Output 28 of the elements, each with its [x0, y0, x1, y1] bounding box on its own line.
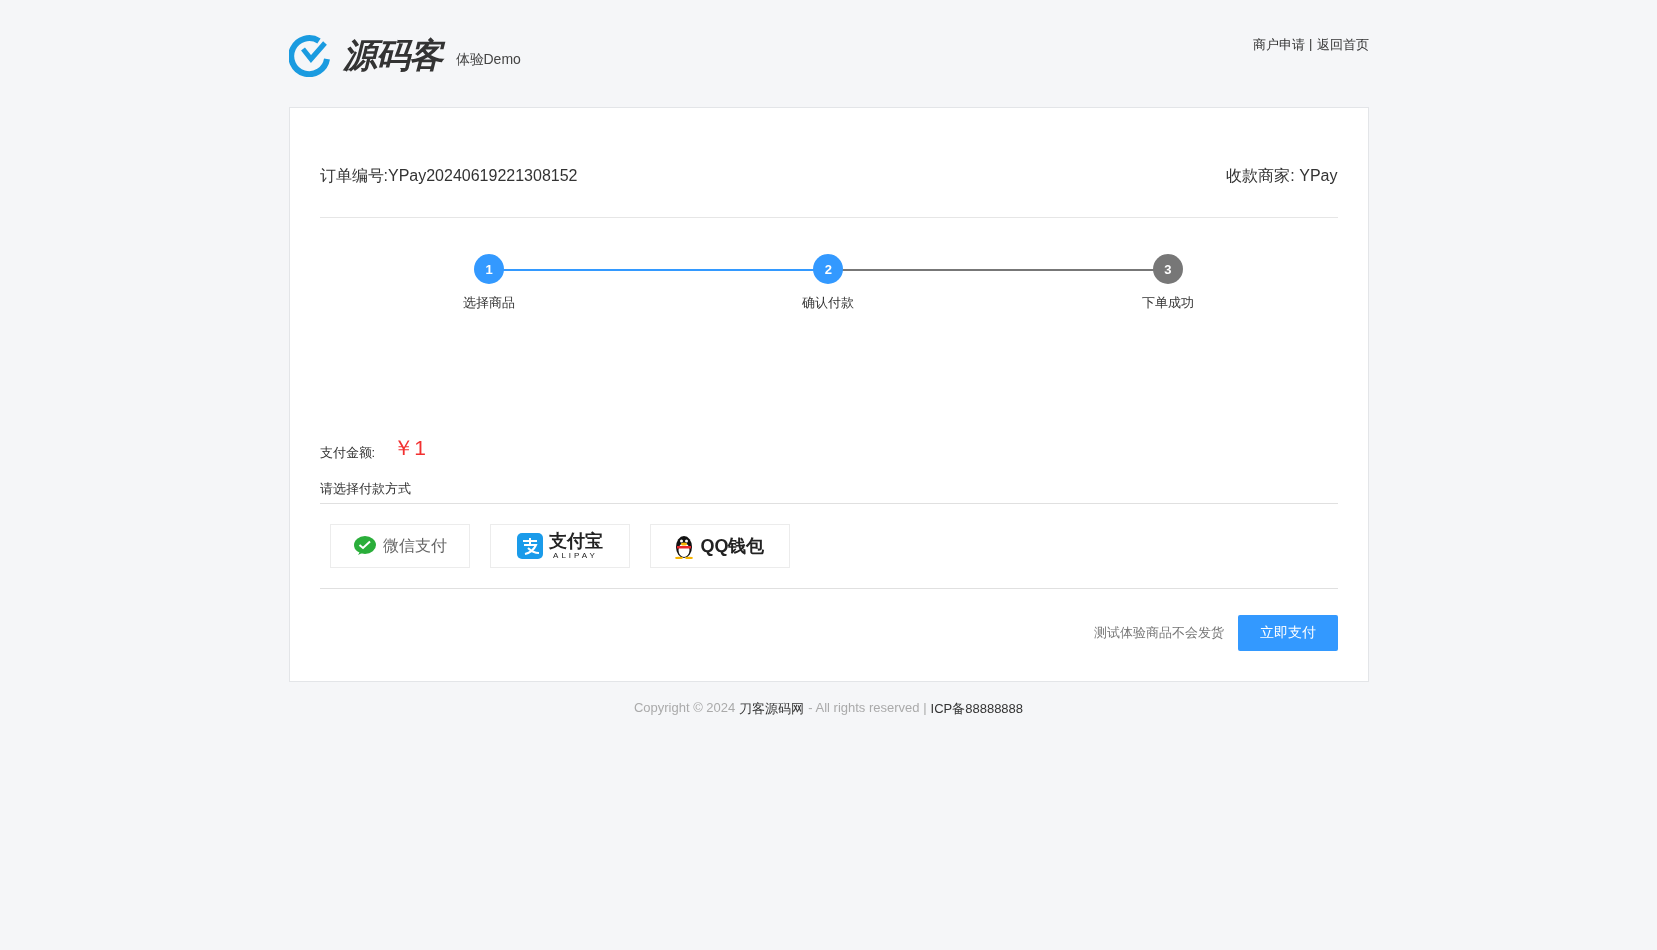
order-number: 订单编号:YPay20240619221308152 — [319, 166, 578, 186]
step-number: 2 — [813, 254, 844, 284]
alipay-icon — [516, 533, 543, 559]
step-label: 下单成功 — [1141, 294, 1194, 312]
payment-method-button[interactable]: 支付宝 ALIPAY — [489, 524, 630, 568]
step-number: 1 — [474, 254, 505, 284]
step-number: 3 — [1152, 254, 1183, 284]
chat-bubble-icon — [352, 535, 377, 557]
amount-label: 支付金额: — [319, 444, 376, 462]
header-link[interactable]: 返回首页 — [1316, 36, 1369, 54]
alipay-sublabel: ALIPAY — [553, 552, 598, 560]
rights-text: - All rights reserved | — [808, 700, 927, 717]
step-label: 选择商品 — [463, 294, 516, 312]
method-heading: 请选择付款方式 — [319, 480, 1338, 504]
payment-method-button[interactable]: 微信支付 — [329, 524, 470, 568]
icp-link[interactable]: ICP备88888888 — [930, 700, 1024, 718]
penguin-icon — [674, 533, 695, 559]
step-label: 确认付款 — [802, 294, 855, 312]
copyright-text: Copyright © 2024 — [633, 700, 736, 717]
logo-icon — [288, 35, 333, 77]
merchant-name: 收款商家: YPay — [1226, 166, 1338, 186]
link-separator: | — [1309, 36, 1313, 53]
payment-method-button[interactable]: QQ钱包 — [649, 524, 790, 568]
site-link[interactable]: 刀客源码网 — [739, 700, 805, 718]
amount-value: ￥1 — [393, 435, 426, 461]
demo-subtitle: 体验Demo — [455, 51, 521, 69]
header-link[interactable]: 商户申请 — [1253, 36, 1306, 54]
shipping-note: 测试体验商品不会发货 — [1093, 624, 1224, 642]
